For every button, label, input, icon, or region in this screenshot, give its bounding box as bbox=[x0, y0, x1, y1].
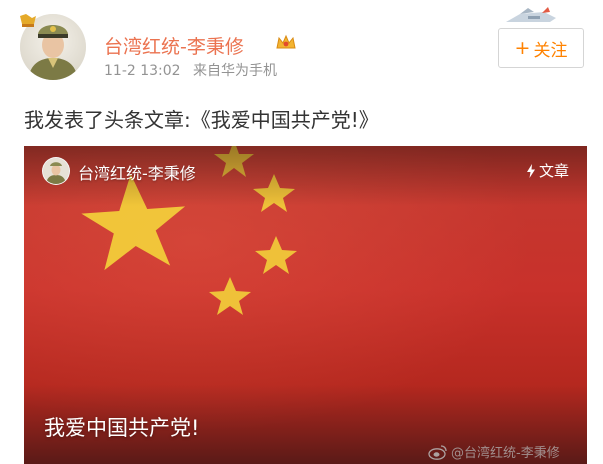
post-header: 台湾红统-李秉修 11-2 13:02 来自华为手机 + 关注 bbox=[0, 0, 603, 96]
weibo-logo-icon bbox=[428, 444, 447, 460]
avatar-badge-icon bbox=[20, 14, 36, 27]
username[interactable]: 台湾红统-李秉修 bbox=[104, 32, 244, 59]
article-tag: 文章 bbox=[526, 160, 569, 181]
vip-crown-icon[interactable] bbox=[275, 33, 297, 51]
follow-label: 关注 bbox=[533, 40, 568, 61]
watermark-text: @台湾红统-李秉修 bbox=[451, 446, 560, 461]
follow-button[interactable]: + 关注 bbox=[498, 28, 584, 68]
bolt-icon bbox=[526, 163, 535, 178]
card-author-name: 台湾红统-李秉修 bbox=[78, 164, 196, 183]
article-card[interactable]: 台湾红统-李秉修 文章 我爱中国共产党! @台湾红统-李秉修 bbox=[24, 146, 587, 464]
post-meta: 11-2 13:02 来自华为手机 bbox=[104, 60, 277, 80]
post-source: 来自华为手机 bbox=[193, 63, 278, 79]
plus-icon: + bbox=[514, 37, 531, 59]
card-author-avatar bbox=[42, 157, 70, 185]
article-title[interactable]: 我爱中国共产党! bbox=[44, 412, 199, 442]
watermark: @台湾红统-李秉修 bbox=[428, 442, 560, 461]
decoration-image bbox=[506, 7, 556, 22]
article-tag-label: 文章 bbox=[538, 162, 569, 180]
post-text: 我发表了头条文章:《我爱中国共产党!》 bbox=[24, 108, 379, 132]
post-timestamp: 11-2 13:02 bbox=[104, 63, 181, 79]
